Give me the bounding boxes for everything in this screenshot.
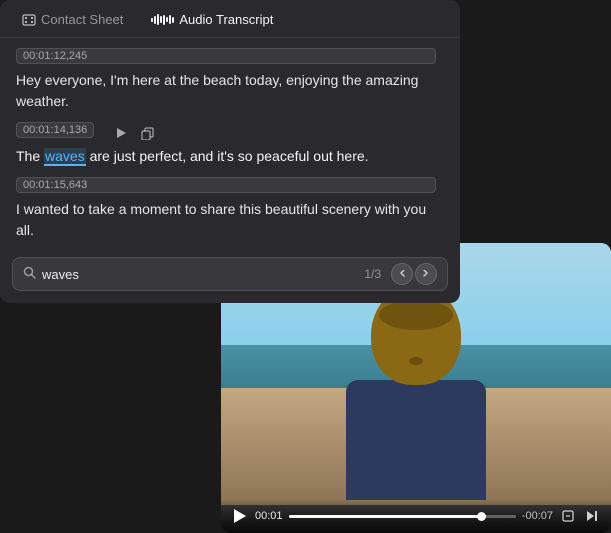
video-remaining-time: -00:07 — [522, 510, 553, 522]
tab-audio-transcript[interactable]: Audio Transcript — [141, 8, 283, 31]
transcript-entry-2: 00:01:14,136 The wa — [16, 122, 444, 167]
transcript-panel: Contact Sheet Audio Transcript 0 — [0, 0, 460, 303]
waveform-icon — [151, 14, 174, 26]
play-entry-button[interactable] — [110, 122, 132, 144]
search-navigation — [391, 263, 437, 285]
search-bar: 1/3 — [12, 257, 448, 291]
video-progress-bar[interactable] — [289, 515, 516, 518]
timestamp-3[interactable]: 00:01:15,643 — [16, 177, 436, 193]
search-count: 1/3 — [364, 267, 381, 281]
search-next-button[interactable] — [415, 263, 437, 285]
play-triangle-icon — [234, 509, 246, 523]
timestamp-2[interactable]: 00:01:14,136 — [16, 122, 94, 138]
search-prev-button[interactable] — [391, 263, 413, 285]
transcript-text-3: I wanted to take a moment to share this … — [16, 199, 444, 241]
video-controls: 00:01 -00:07 — [221, 499, 611, 533]
search-icon — [23, 266, 36, 282]
copy-entry-button[interactable] — [136, 122, 158, 144]
transcript-text-2: The waves are just perfect, and it's so … — [16, 146, 444, 167]
transcript-entry-3: 00:01:15,643 I wanted to take a moment t… — [16, 177, 444, 241]
search-highlight: waves — [44, 148, 86, 166]
transcript-entry-1: 00:01:12,245 Hey everyone, I'm here at t… — [16, 48, 444, 112]
tab-bar: Contact Sheet Audio Transcript — [0, 0, 460, 38]
tab-contact-sheet[interactable]: Contact Sheet — [12, 8, 133, 31]
video-progress-fill — [289, 515, 482, 518]
timestamp-1[interactable]: 00:01:12,245 — [16, 48, 436, 64]
video-fullscreen-button[interactable] — [559, 507, 577, 525]
tab-audio-transcript-label: Audio Transcript — [179, 12, 273, 27]
film-icon — [22, 13, 36, 27]
video-progress-handle[interactable] — [477, 512, 486, 521]
video-skip-forward-button[interactable] — [583, 507, 601, 525]
search-input[interactable] — [42, 267, 358, 282]
entry-actions — [110, 122, 158, 144]
timestamp-actions-row: 00:01:14,136 — [16, 122, 444, 144]
video-current-time: 00:01 — [255, 510, 283, 522]
transcript-text-1: Hey everyone, I'm here at the beach toda… — [16, 70, 444, 112]
video-play-button[interactable] — [231, 507, 249, 525]
tab-contact-sheet-label: Contact Sheet — [41, 12, 123, 27]
person-body — [346, 380, 486, 500]
transcript-content: 00:01:12,245 Hey everyone, I'm here at t… — [0, 38, 460, 251]
